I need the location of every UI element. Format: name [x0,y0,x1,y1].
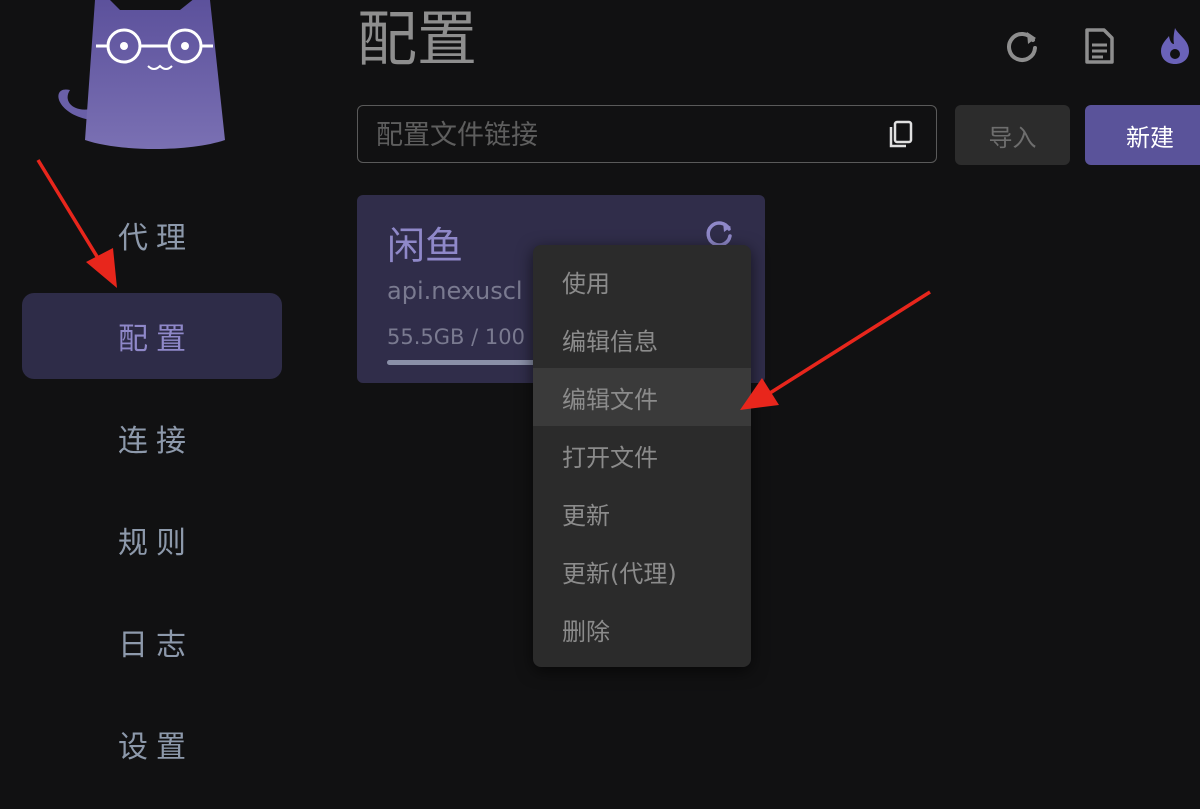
menu-item-edit-info[interactable]: 编辑信息 [533,310,751,368]
menu-item-update[interactable]: 更新 [533,484,751,542]
sidebar-item-proxy[interactable]: 代理 [22,192,282,278]
menu-item-open-file[interactable]: 打开文件 [533,426,751,484]
sidebar-item-profiles[interactable]: 配置 [22,293,282,379]
sidebar-item-label: 连接 [118,424,194,459]
profile-usage: 55.5GB / 100 [387,325,525,349]
sidebar-item-label: 配置 [118,322,194,357]
sidebar-item-connections[interactable]: 连接 [22,395,282,481]
context-menu: 使用 编辑信息 编辑文件 打开文件 更新 更新(代理) 删除 [533,245,751,667]
annotation-arrow [740,290,931,410]
refresh-icon[interactable] [1002,26,1042,66]
sidebar-item-label: 代理 [118,221,194,256]
sidebar-item-label: 日志 [118,628,194,663]
sidebar-item-settings[interactable]: 设置 [22,701,282,787]
import-button[interactable]: 导入 [955,105,1070,165]
menu-item-update-via-proxy[interactable]: 更新(代理) [533,542,751,600]
log-icon[interactable] [1079,26,1119,66]
new-button[interactable]: 新建 [1085,105,1200,165]
sidebar-item-label: 规则 [118,526,194,561]
profile-url-field [357,105,937,164]
sidebar-item-rules[interactable]: 规则 [22,497,282,583]
page-title: 配置 [357,5,477,75]
menu-item-delete[interactable]: 删除 [533,600,751,658]
sidebar-item-logs[interactable]: 日志 [22,599,282,685]
profile-url-input[interactable] [374,106,878,164]
profile-name: 闲鱼 [387,224,464,268]
cat-logo [58,0,225,149]
app-window: 代理 配置 连接 规则 日志 设置 配置 配置文件链接 导入 新建 闲鱼 api… [0,0,1200,809]
menu-item-edit-file[interactable]: 编辑文件 [533,368,751,426]
copy-icon[interactable] [886,120,914,150]
sidebar-item-label: 设置 [118,730,194,765]
profile-url: api.nexuscl [387,277,523,305]
sidebar: 代理 配置 连接 规则 日志 设置 [0,0,300,809]
flame-icon[interactable] [1155,26,1195,66]
menu-item-use[interactable]: 使用 [533,252,751,310]
